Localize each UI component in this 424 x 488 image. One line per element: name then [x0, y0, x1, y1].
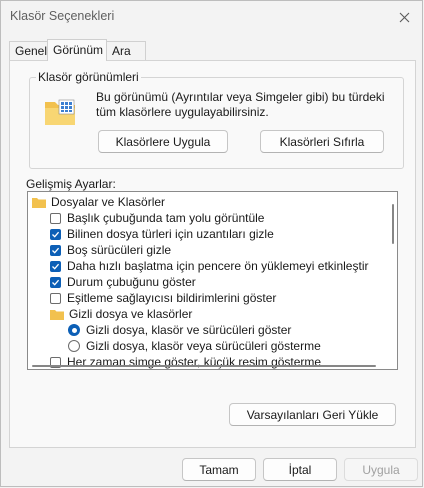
setting-label: Bilinen dosya türleri için uzantıları gi… — [67, 227, 274, 241]
folder-view-icon — [45, 99, 75, 125]
checkbox-unchecked[interactable] — [50, 212, 61, 224]
tab-gorunum[interactable]: Görünüm — [47, 39, 107, 61]
setting-sync-provider-notifications[interactable]: Eşitleme sağlayıcısı bildirimlerini göst… — [50, 290, 276, 306]
vertical-scrollbar[interactable] — [392, 204, 394, 244]
folder-views-group: Klasör görünümleri Bu görünümü (Ayrıntıl… — [29, 70, 404, 169]
folder-options-dialog: Klasör Seçenekleri Genel Görünüm Ara Kla… — [0, 0, 423, 487]
tree-folder-files-and-folders: Dosyalar ve Klasörler — [32, 194, 165, 210]
setting-show-hidden[interactable]: Gizli dosya, klasör ve sürücüleri göster — [68, 322, 291, 338]
radio-selected[interactable] — [68, 324, 80, 336]
setting-always-show-icons[interactable]: Her zaman simge göster, küçük resim göst… — [50, 354, 321, 369]
setting-label: Başlık çubuğunda tam yolu görüntüle — [67, 211, 265, 225]
tab-genel[interactable]: Genel — [9, 41, 48, 60]
reset-folders-button[interactable]: Klasörleri Sıfırla — [260, 130, 384, 153]
setting-hide-empty-drives[interactable]: Boş sürücüleri gizle — [50, 242, 171, 258]
setting-window-preload[interactable]: Daha hızlı başlatma için pencere ön yükl… — [50, 258, 368, 274]
folder-icon — [32, 197, 46, 208]
tab-panel-gorunum: Klasör görünümleri Bu görünümü (Ayrıntıl… — [9, 60, 416, 448]
close-icon — [399, 12, 409, 22]
cancel-button[interactable]: İptal — [263, 458, 337, 481]
apply-to-folders-button[interactable]: Klasörlere Uygula — [98, 130, 228, 153]
setting-label: Daha hızlı başlatma için pencere ön yükl… — [67, 259, 369, 273]
check-icon — [52, 231, 60, 238]
restore-defaults-button[interactable]: Varsayılanları Geri Yükle — [229, 403, 396, 426]
tree-folder-hidden-files: Gizli dosya ve klasörler — [50, 306, 192, 322]
ok-button[interactable]: Tamam — [182, 458, 256, 481]
setting-label: Gizli dosya, klasör veya sürücüleri göst… — [86, 339, 321, 353]
horizontal-scrollbar[interactable] — [32, 365, 376, 367]
close-button[interactable] — [392, 5, 416, 29]
checkbox-checked[interactable] — [50, 228, 61, 240]
setting-dont-show-hidden[interactable]: Gizli dosya, klasör veya sürücüleri göst… — [68, 338, 321, 354]
tab-ara[interactable]: Ara — [106, 41, 146, 60]
setting-show-status-bar[interactable]: Durum çubuğunu göster — [50, 274, 196, 290]
check-icon — [52, 263, 60, 270]
tree-folder-label: Dosyalar ve Klasörler — [51, 195, 166, 209]
setting-hide-extensions[interactable]: Bilinen dosya türleri için uzantıları gi… — [50, 226, 274, 242]
title-bar: Klasör Seçenekleri — [1, 1, 422, 33]
advanced-settings-tree[interactable]: Dosyalar ve Klasörler Başlık çubuğunda t… — [27, 191, 398, 370]
window-title: Klasör Seçenekleri — [10, 9, 115, 23]
radio-unselected[interactable] — [68, 340, 80, 352]
tree-folder-label: Gizli dosya ve klasörler — [69, 307, 193, 321]
checkbox-unchecked[interactable] — [50, 292, 61, 304]
folder-icon — [50, 309, 64, 320]
checkbox-checked[interactable] — [50, 260, 61, 272]
setting-label: Boş sürücüleri gizle — [67, 243, 172, 257]
setting-label: Gizli dosya, klasör ve sürücüleri göster — [86, 323, 292, 337]
checkbox-checked[interactable] — [50, 276, 61, 288]
setting-label: Durum çubuğunu göster — [67, 275, 196, 289]
setting-full-path-title[interactable]: Başlık çubuğunda tam yolu görüntüle — [50, 210, 264, 226]
folder-views-title: Klasör görünümleri — [36, 70, 141, 84]
check-icon — [52, 279, 60, 286]
apply-button[interactable]: Uygula — [344, 458, 418, 481]
check-icon — [52, 247, 60, 254]
setting-label: Eşitleme sağlayıcısı bildirimlerini göst… — [67, 291, 277, 305]
folder-views-description: Bu görünümü (Ayrıntılar veya Simgeler gi… — [96, 90, 385, 119]
advanced-settings-label: Gelişmiş Ayarlar: — [26, 177, 116, 191]
checkbox-checked[interactable] — [50, 244, 61, 256]
